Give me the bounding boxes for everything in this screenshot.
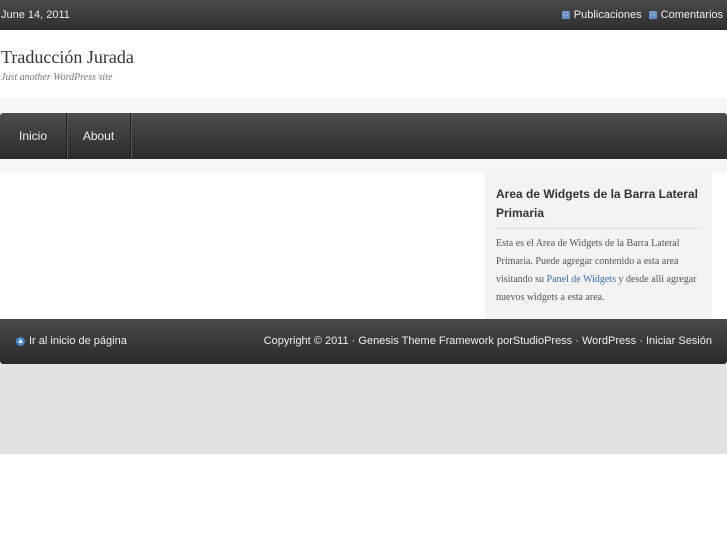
- back-to-top-label: Ir al inicio de página: [29, 335, 127, 347]
- current-date: June 14, 2011: [1, 9, 70, 21]
- footer-credits: Copyright © 2011 · Genesis Theme Framewo…: [264, 335, 712, 347]
- arrow-up-icon: ▲: [16, 336, 25, 346]
- site-description: Just another WordPress site: [1, 72, 113, 83]
- widgets-panel-link[interactable]: Panel de Widgets: [547, 274, 616, 285]
- wordpress-link[interactable]: WordPress: [582, 335, 636, 347]
- nav-item-inicio[interactable]: Inicio: [0, 113, 67, 159]
- rss-icon: ∷: [648, 11, 657, 19]
- studiopress-link[interactable]: StudioPress: [513, 335, 572, 347]
- widget-divider: [496, 228, 701, 229]
- posts-feed-link[interactable]: ∷ Publicaciones: [561, 9, 642, 21]
- feed-links: ∷ Publicaciones ∷ Comentarios: [561, 9, 723, 21]
- page-bottom-band: [0, 364, 727, 454]
- back-to-top-link[interactable]: ▲ Ir al inicio de página: [16, 335, 127, 347]
- genesis-link[interactable]: Genesis Theme Framework: [358, 335, 494, 347]
- by-text: por: [493, 335, 513, 347]
- comments-feed-label: Comentarios: [660, 9, 723, 21]
- separator: ·: [572, 335, 582, 347]
- rss-icon: ∷: [561, 11, 570, 19]
- widget-title: Area de Widgets de la Barra Lateral Prim…: [496, 187, 698, 220]
- login-link[interactable]: Iniciar Sesión: [646, 335, 712, 347]
- comments-feed-link[interactable]: ∷ Comentarios: [648, 9, 723, 21]
- copyright-text: Copyright © 2011 ·: [263, 335, 359, 347]
- top-bar: June 14, 2011 ∷ Publicaciones ∷ Comentar…: [0, 0, 727, 30]
- nav-item-about[interactable]: About: [67, 113, 131, 159]
- main-navigation: Inicio About: [0, 113, 727, 159]
- site-title[interactable]: Traducción Jurada: [1, 47, 134, 68]
- site-header: Traducción Jurada Just another WordPress…: [0, 30, 727, 98]
- site-footer: ▲ Ir al inicio de página Copyright © 201…: [0, 319, 727, 364]
- posts-feed-label: Publicaciones: [573, 9, 642, 21]
- primary-sidebar: Area de Widgets de la Barra Lateral Prim…: [485, 173, 712, 320]
- widget-text: Esta es el Area de Widgets de la Barra L…: [496, 235, 701, 307]
- separator: ·: [636, 335, 646, 347]
